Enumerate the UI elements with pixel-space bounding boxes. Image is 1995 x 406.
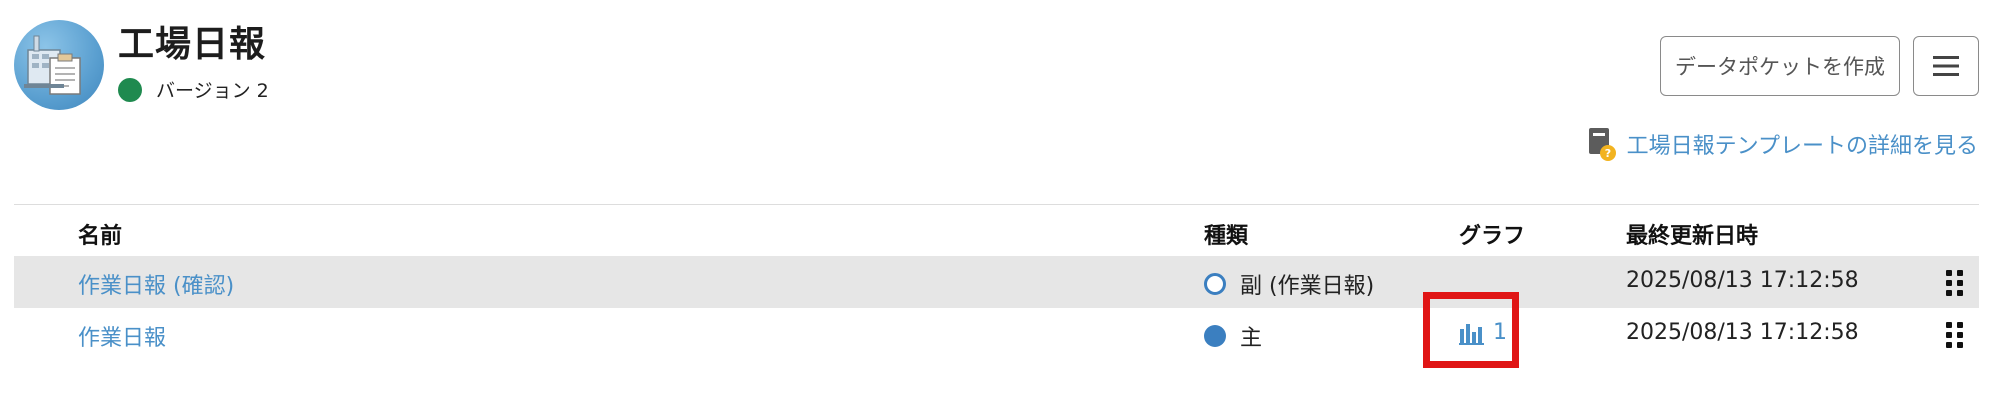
row-drag-handle[interactable] — [1946, 322, 1963, 348]
row-updated: 2025/08/13 17:12:58 — [1626, 268, 1859, 293]
pocket-table: 名前 種類 グラフ 最終更新日時 作業日報 (確認) 副 (作業日報) 2025… — [14, 206, 1979, 360]
row-name-link[interactable]: 作業日報 — [78, 320, 166, 352]
hamburger-icon — [1933, 56, 1959, 76]
column-header-name: 名前 — [78, 224, 123, 249]
menu-button[interactable] — [1913, 36, 1979, 96]
row-type: 副 (作業日報) — [1204, 268, 1374, 300]
column-header-type: 種類 — [1204, 224, 1249, 249]
drag-handle-icon — [1946, 322, 1963, 348]
template-detail-link-label: 工場日報テンプレートの詳細を見る — [1626, 134, 1978, 159]
primary-type-icon — [1204, 325, 1226, 347]
row-name-link[interactable]: 作業日報 (確認) — [78, 268, 234, 300]
template-detail-link[interactable]: ? 工場日報テンプレートの詳細を見る — [1587, 126, 1978, 162]
header-divider — [14, 204, 1979, 205]
table-row[interactable]: 作業日報 (確認) 副 (作業日報) 2025/08/13 17:12:58 — [14, 256, 1979, 308]
row-updated: 2025/08/13 17:12:58 — [1626, 320, 1859, 345]
row-drag-handle[interactable] — [1946, 270, 1963, 296]
factory-report-icon — [14, 20, 104, 110]
page-title: 工場日報 — [118, 24, 267, 65]
template-info-icon: ? — [1587, 126, 1617, 162]
graph-link-highlight — [1423, 292, 1519, 368]
drag-handle-icon — [1946, 270, 1963, 296]
column-header-updated: 最終更新日時 — [1626, 224, 1759, 249]
svg-text:?: ? — [1604, 147, 1610, 160]
version-status-dot — [118, 77, 142, 102]
version-indicator: バージョン 2 — [118, 76, 269, 103]
table-row[interactable]: 作業日報 主 1 2025/08/13 17:12:58 — [14, 308, 1979, 360]
create-data-pocket-button[interactable]: データポケットを作成 — [1660, 36, 1900, 96]
column-header-graph: グラフ — [1459, 224, 1526, 249]
row-type-label: 主 — [1240, 326, 1263, 351]
secondary-type-icon — [1204, 273, 1226, 295]
row-type: 主 — [1204, 320, 1262, 352]
page: 工場日報 バージョン 2 データポケットを作成 ? 工場日報テンプレートの詳細を… — [0, 0, 1995, 406]
row-type-label: 副 (作業日報) — [1240, 274, 1375, 299]
version-label: バージョン 2 — [156, 80, 269, 102]
table-header: 名前 種類 グラフ 最終更新日時 — [14, 206, 1979, 256]
